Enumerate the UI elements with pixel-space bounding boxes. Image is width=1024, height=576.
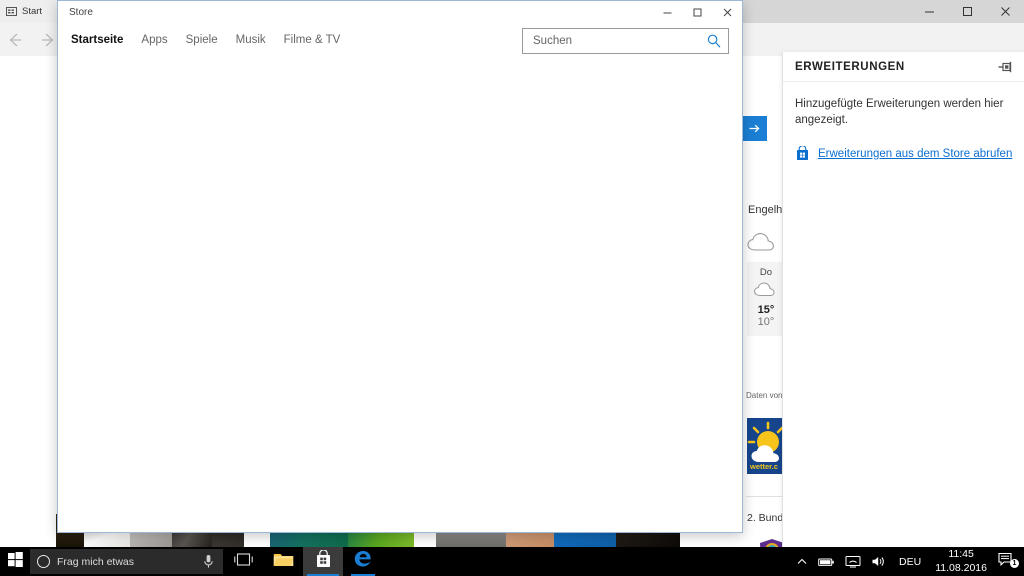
search-icon[interactable]: [700, 29, 728, 53]
cortana-search-box[interactable]: Frag mich etwas: [30, 549, 223, 574]
weather-day-label: Do: [759, 267, 773, 278]
weather-forecast-card[interactable]: Do 15° 10°: [747, 262, 785, 336]
browser-tab-label: Start: [22, 6, 43, 17]
store-app-window: Store Startseite Apps Spiele Musik Filme: [57, 0, 743, 533]
store-search-box[interactable]: [522, 28, 729, 54]
status-badge: 1: [1010, 559, 1019, 568]
store-bag-icon: [315, 548, 332, 574]
store-button[interactable]: [303, 547, 343, 576]
edge-minimize-button[interactable]: [910, 0, 948, 23]
tab-filme-tv[interactable]: Filme & TV: [284, 34, 341, 46]
action-center-button[interactable]: 1: [994, 551, 1024, 572]
weather-source-label: Daten von: [746, 391, 783, 400]
edge-close-button[interactable]: [986, 0, 1024, 23]
tab-apps[interactable]: Apps: [141, 34, 167, 46]
clock-time: 11:45: [948, 548, 974, 561]
store-window-title: Store: [69, 6, 93, 18]
edge-button[interactable]: [343, 547, 383, 576]
pin-icon[interactable]: [998, 60, 1014, 74]
arrow-left-icon[interactable]: [6, 31, 24, 49]
clock-date: 11.08.2016: [935, 561, 987, 574]
cortana-circle-icon: [37, 555, 50, 568]
edge-e-icon: [353, 549, 373, 574]
store-nav-items: Startseite Apps Spiele Musik Filme & TV: [71, 34, 340, 46]
edge-maximize-button[interactable]: [948, 0, 986, 23]
chevron-up-icon[interactable]: [791, 547, 813, 576]
arrow-right-icon[interactable]: [39, 31, 57, 49]
windows-logo-icon: [7, 551, 23, 572]
get-extensions-from-store-link[interactable]: Erweiterungen aus dem Store abrufen: [795, 145, 1013, 161]
store-window-controls: [652, 1, 742, 23]
start-page-icon: [6, 6, 17, 17]
start-button[interactable]: [0, 547, 30, 576]
start-page-search-go-button[interactable]: [742, 116, 767, 141]
folder-icon: [273, 551, 294, 573]
get-extensions-link-label: Erweiterungen aus dem Store abrufen: [818, 147, 1013, 160]
store-maximize-button[interactable]: [682, 1, 712, 23]
taskbar: Frag mich etwas DEU 11:45 11.08.2016 1: [0, 547, 1024, 576]
speaker-icon[interactable]: [866, 547, 892, 576]
clock[interactable]: 11:45 11.08.2016: [928, 548, 994, 574]
extensions-empty-message: Hinzugefügte Erweiterungen werden hier a…: [795, 98, 1004, 127]
store-bag-icon: [795, 145, 810, 161]
language-indicator[interactable]: DEU: [892, 556, 928, 568]
microphone-icon[interactable]: [202, 554, 215, 574]
store-title-bar: Store: [58, 1, 742, 23]
news-thumb-gap: [0, 514, 56, 547]
store-close-button[interactable]: [712, 1, 742, 23]
edge-window-controls: [910, 0, 1024, 23]
extensions-panel-header: ERWEITERUNGEN: [783, 52, 1024, 82]
start-page-right-rail: Engelhe Do 15° 10° Daten von wetter.c 2.…: [742, 146, 791, 576]
task-view-icon: [233, 552, 253, 572]
desktop-screen: Start Engelhe Do 15° 10° Daten von wette…: [0, 0, 1024, 576]
search-input[interactable]: [523, 35, 700, 47]
wetter-com-logo-text: wetter.c: [750, 462, 778, 471]
extensions-panel-body: Hinzugefügte Erweiterungen werden hier a…: [783, 82, 1024, 161]
store-navigation-bar: Startseite Apps Spiele Musik Filme & TV: [58, 23, 742, 56]
cloud-icon: [746, 231, 780, 258]
cortana-search-placeholder: Frag mich etwas: [57, 555, 135, 568]
file-explorer-button[interactable]: [263, 547, 303, 576]
tab-spiele[interactable]: Spiele: [186, 34, 218, 46]
store-content-area: [58, 56, 742, 532]
page-title: ERWEITERUNGEN: [795, 60, 905, 73]
task-view-button[interactable]: [223, 547, 263, 576]
system-tray: DEU 11:45 11.08.2016 1: [791, 547, 1024, 576]
tab-musik[interactable]: Musik: [236, 34, 266, 46]
weather-temp-low: 10°: [757, 316, 775, 328]
battery-icon[interactable]: [813, 547, 840, 576]
monitor-network-icon[interactable]: [840, 547, 866, 576]
browser-tab-start[interactable]: Start: [0, 0, 57, 23]
tab-startseite[interactable]: Startseite: [71, 34, 123, 46]
weather-temp-high: 15°: [757, 304, 775, 316]
cloud-icon: [747, 281, 785, 303]
store-minimize-button[interactable]: [652, 1, 682, 23]
extensions-panel: ERWEITERUNGEN Hinzugefügte Erweiterungen…: [782, 52, 1024, 547]
